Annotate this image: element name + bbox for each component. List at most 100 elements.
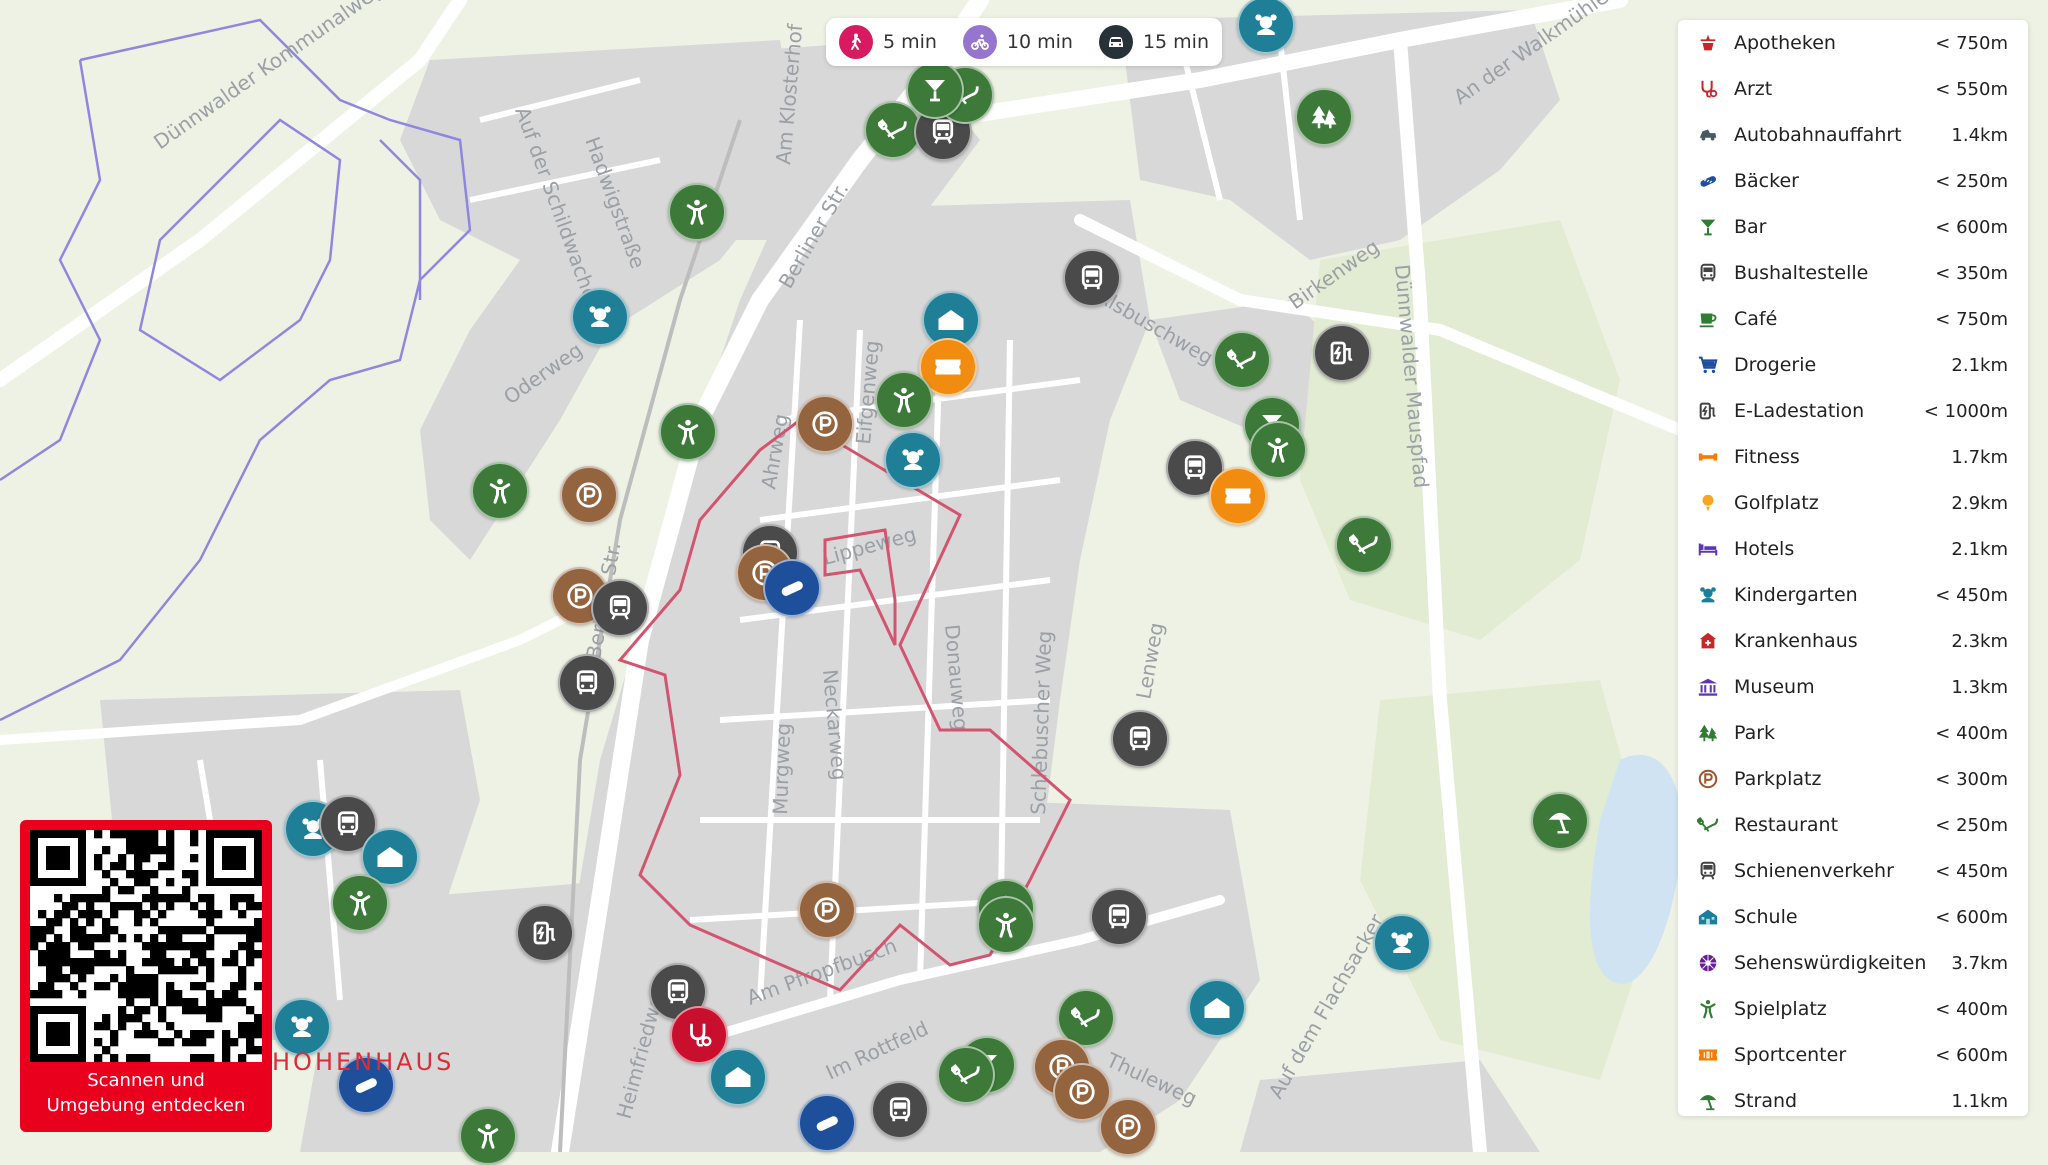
- legend-item-bar[interactable]: Bar < 600m: [1678, 204, 2028, 250]
- legend-distance: < 450m: [1935, 584, 2008, 606]
- poi-marker-bread[interactable]: [798, 1094, 856, 1152]
- legend-distance: < 250m: [1935, 814, 2008, 836]
- poi-marker-cutlery[interactable]: [1335, 516, 1393, 574]
- legend-distance: < 450m: [1935, 860, 2008, 882]
- school-icon: [377, 847, 403, 867]
- poi-marker-playground[interactable]: [668, 183, 726, 241]
- legend-item-park[interactable]: Park < 400m: [1678, 710, 2028, 756]
- poi-marker-playground[interactable]: [659, 403, 717, 461]
- legend-item-strand[interactable]: Strand 1.1km: [1678, 1078, 2028, 1116]
- qr-code: [30, 830, 263, 1063]
- poi-marker-bread[interactable]: [763, 559, 821, 617]
- poi-marker-trees[interactable]: [1295, 88, 1353, 146]
- poi-marker-bus[interactable]: [871, 1081, 929, 1139]
- legend-distance: < 400m: [1935, 998, 2008, 1020]
- poi-marker-playground[interactable]: [459, 1107, 517, 1165]
- travel-bike[interactable]: 10 min: [962, 25, 1073, 59]
- legend-item-fitness[interactable]: Fitness 1.7km: [1678, 434, 2028, 480]
- dumbbell-icon: [1696, 445, 1720, 469]
- poi-marker-teddy[interactable]: [884, 431, 942, 489]
- legend-item-parkplatz[interactable]: Parkplatz < 300m: [1678, 756, 2028, 802]
- poi-marker-playground[interactable]: [331, 874, 389, 932]
- poi-legend[interactable]: Apotheken < 750m Arzt < 550m Autobahnauffahr…: [1678, 20, 2028, 1116]
- legend-distance: < 750m: [1935, 32, 2008, 54]
- poi-marker-ev-charger[interactable]: [1313, 324, 1371, 382]
- cutlery-icon: [951, 1063, 980, 1085]
- legend-distance: 1.7km: [1951, 446, 2008, 468]
- poi-marker-parking[interactable]: [798, 881, 856, 939]
- poi-marker-bus[interactable]: [1111, 710, 1169, 768]
- travel-car-label: 15 min: [1142, 31, 1209, 53]
- legend-item-sehenswürdigkeiten[interactable]: Sehenswürdigkeiten 3.7km: [1678, 940, 2028, 986]
- poi-marker-school[interactable]: [709, 1048, 767, 1106]
- poi-marker-ticket[interactable]: [1209, 467, 1267, 525]
- legend-item-bäcker[interactable]: Bäcker < 250m: [1678, 158, 2028, 204]
- legend-item-drogerie[interactable]: Drogerie 2.1km: [1678, 342, 2028, 388]
- legend-item-sportcenter[interactable]: Sportcenter < 600m: [1678, 1032, 2028, 1078]
- bus-icon: [889, 1097, 911, 1122]
- poi-marker-school[interactable]: [1188, 979, 1246, 1037]
- playground-icon: [1696, 997, 1720, 1021]
- poi-marker-teddy[interactable]: [1373, 914, 1431, 972]
- poi-marker-train[interactable]: [591, 579, 649, 637]
- poi-marker-cutlery[interactable]: [1213, 331, 1271, 389]
- poi-marker-teddy[interactable]: [571, 288, 629, 346]
- legend-distance: < 600m: [1935, 216, 2008, 238]
- qr-caption: Scannen und Umgebung entdecken: [20, 1068, 272, 1118]
- cutlery-icon: [1227, 348, 1256, 370]
- legend-label: Golfplatz: [1734, 492, 1819, 514]
- bus-icon: [1696, 261, 1720, 285]
- legend-item-schienenverkehr[interactable]: Schienenverkehr < 450m: [1678, 848, 2028, 894]
- poi-marker-playground[interactable]: [471, 462, 529, 520]
- poi-marker-parking[interactable]: [1099, 1098, 1157, 1156]
- poi-marker-playground[interactable]: [1249, 421, 1307, 479]
- travel-car[interactable]: 15 min: [1098, 25, 1209, 59]
- legend-item-bushaltestelle[interactable]: Bushaltestelle < 350m: [1678, 250, 2028, 296]
- poi-marker-cocktail[interactable]: [906, 61, 964, 119]
- legend-item-kindergarten[interactable]: Kindergarten < 450m: [1678, 572, 2028, 618]
- legend-item-spielplatz[interactable]: Spielplatz < 400m: [1678, 986, 2028, 1032]
- bread-icon: [781, 581, 803, 596]
- legend-item-museum[interactable]: Museum 1.3km: [1678, 664, 2028, 710]
- legend-distance: 2.1km: [1951, 354, 2008, 376]
- poi-marker-playground[interactable]: [977, 896, 1035, 954]
- poi-marker-parking[interactable]: [796, 395, 854, 453]
- legend-distance: < 750m: [1935, 308, 2008, 330]
- legend-item-restaurant[interactable]: Restaurant < 250m: [1678, 802, 2028, 848]
- legend-item-e-ladestation[interactable]: E-Ladestation < 1000m: [1678, 388, 2028, 434]
- legend-item-apotheken[interactable]: Apotheken < 750m: [1678, 20, 2028, 66]
- legend-list: Apotheken < 750m Arzt < 550m Autobahnauffahr…: [1678, 20, 2028, 1116]
- poi-marker-playground[interactable]: [875, 371, 933, 429]
- cutlery-icon: [878, 118, 907, 140]
- ev-charger-icon: [1696, 399, 1720, 423]
- legend-distance: 3.7km: [1951, 952, 2008, 974]
- legend-label: Spielplatz: [1734, 998, 1827, 1020]
- legend-item-arzt[interactable]: Arzt < 550m: [1678, 66, 2028, 112]
- poi-marker-bus[interactable]: [558, 654, 616, 712]
- travel-bike-label: 10 min: [1006, 31, 1073, 53]
- bus-icon: [1081, 265, 1103, 290]
- poi-marker-ev-charger[interactable]: [516, 904, 574, 962]
- poi-marker-parking[interactable]: [560, 466, 618, 524]
- bus-icon: [1129, 726, 1151, 751]
- poi-marker-umbrella[interactable]: [1531, 792, 1589, 850]
- legend-label: Strand: [1734, 1090, 1798, 1112]
- travel-walk[interactable]: 5 min: [838, 25, 937, 59]
- school-icon: [1696, 905, 1720, 929]
- poi-marker-bus[interactable]: [1063, 249, 1121, 307]
- legend-item-caf-[interactable]: Café < 750m: [1678, 296, 2028, 342]
- legend-item-autobahnauffahrt[interactable]: Autobahnauffahrt 1.4km: [1678, 112, 2028, 158]
- bus-icon: [337, 811, 359, 836]
- cutlery-icon: [1349, 533, 1378, 555]
- legend-item-krankenhaus[interactable]: Krankenhaus 2.3km: [1678, 618, 2028, 664]
- stethoscope-icon: [690, 1023, 712, 1047]
- legend-item-hotels[interactable]: Hotels 2.1km: [1678, 526, 2028, 572]
- legend-distance: 2.1km: [1951, 538, 2008, 560]
- parking-icon: [812, 411, 838, 437]
- qr-caption-line2: Umgebung entdecken: [46, 1095, 246, 1116]
- poi-marker-cutlery[interactable]: [937, 1046, 995, 1104]
- legend-item-schule[interactable]: Schule < 600m: [1678, 894, 2028, 940]
- poi-marker-bus[interactable]: [1090, 888, 1148, 946]
- legend-item-golfplatz[interactable]: Golfplatz 2.9km: [1678, 480, 2028, 526]
- hospital-icon: [1696, 629, 1720, 653]
